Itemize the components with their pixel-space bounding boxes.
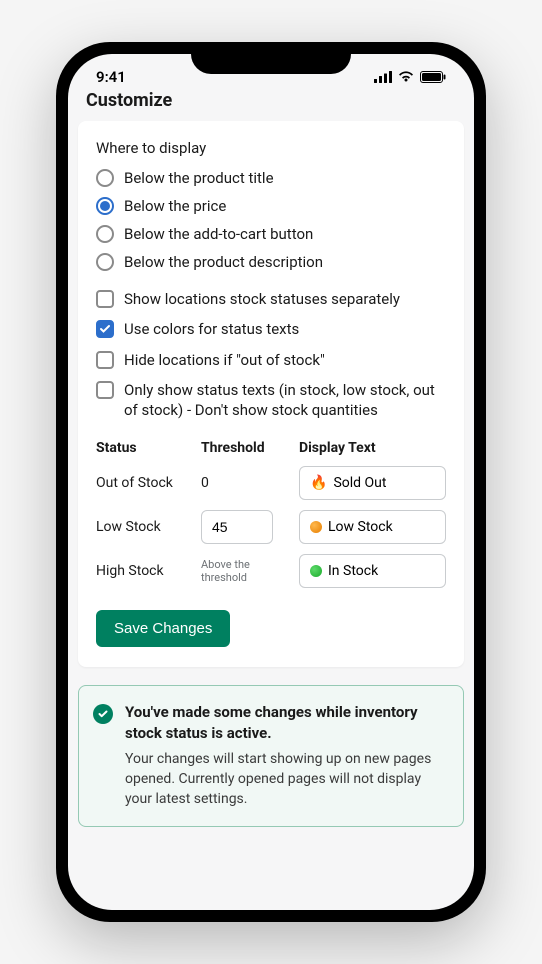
radio-below-description[interactable]: Below the product description [96, 253, 446, 271]
radio-icon [96, 197, 114, 215]
checkbox-label: Only show status texts (in stock, low st… [124, 380, 446, 421]
display-text-value: Low Stock [328, 519, 393, 535]
display-text-high-stock[interactable]: In Stock [299, 554, 446, 588]
radio-icon [96, 169, 114, 187]
th-status: Status [96, 440, 191, 456]
fire-icon: 🔥 [310, 475, 327, 491]
settings-card: Where to display Below the product title… [78, 121, 464, 667]
display-text-low-stock[interactable]: Low Stock [299, 510, 446, 544]
checkbox-icon [96, 320, 114, 338]
radio-label: Below the add-to-cart button [124, 225, 313, 243]
threshold-out-of-stock: 0 [201, 475, 289, 491]
radio-label: Below the product description [124, 253, 323, 271]
checkbox-icon [96, 290, 114, 308]
content-scroll[interactable]: Where to display Below the product title… [68, 121, 474, 907]
phone-screen: 9:41 Customize Where to display Below th… [68, 54, 474, 910]
radio-icon [96, 225, 114, 243]
row-label-out-of-stock: Out of Stock [96, 475, 191, 491]
threshold-high-stock: Above the threshold [201, 558, 289, 584]
check-circle-icon [93, 704, 113, 724]
cellular-icon [374, 71, 392, 83]
th-display-text: Display Text [299, 440, 446, 456]
options-checkbox-group: Show locations stock statuses separately… [96, 289, 446, 420]
banner-title: You've made some changes while inventory… [125, 702, 447, 743]
radio-label: Below the product title [124, 169, 274, 187]
radio-below-price[interactable]: Below the price [96, 197, 446, 215]
display-text-value: Sold Out [333, 475, 386, 491]
checkbox-label: Show locations stock statuses separately [124, 289, 400, 309]
where-to-display-radio-group: Below the product title Below the price … [96, 169, 446, 271]
row-label-low-stock: Low Stock [96, 519, 191, 535]
checkbox-use-colors[interactable]: Use colors for status texts [96, 319, 446, 339]
checkbox-label: Hide locations if "out of stock" [124, 350, 325, 370]
battery-icon [420, 71, 446, 83]
success-banner: You've made some changes while inventory… [78, 685, 464, 826]
banner-content: You've made some changes while inventory… [125, 702, 447, 809]
checkbox-show-locations-separately[interactable]: Show locations stock statuses separately [96, 289, 446, 309]
save-changes-button[interactable]: Save Changes [96, 610, 230, 647]
status-time: 9:41 [96, 68, 126, 86]
row-label-high-stock: High Stock [96, 563, 191, 579]
phone-frame: 9:41 Customize Where to display Below th… [56, 42, 486, 922]
status-table: Status Threshold Display Text Out of Sto… [96, 440, 446, 588]
checkbox-icon [96, 351, 114, 369]
page-title: Customize [68, 90, 474, 121]
checkbox-hide-out-of-stock[interactable]: Hide locations if "out of stock" [96, 350, 446, 370]
green-dot-icon [310, 565, 322, 577]
radio-label: Below the price [124, 197, 226, 215]
status-icons [374, 71, 446, 83]
phone-notch [191, 42, 351, 74]
threshold-input-low-stock[interactable] [201, 510, 273, 544]
checkbox-only-status-texts[interactable]: Only show status texts (in stock, low st… [96, 380, 446, 421]
checkbox-icon [96, 381, 114, 399]
banner-body: Your changes will start showing up on ne… [125, 749, 447, 810]
radio-below-add-to-cart[interactable]: Below the add-to-cart button [96, 225, 446, 243]
display-text-out-of-stock[interactable]: 🔥 Sold Out [299, 466, 446, 500]
where-to-display-title: Where to display [96, 139, 446, 157]
th-threshold: Threshold [201, 440, 289, 456]
wifi-icon [398, 71, 414, 83]
checkbox-label: Use colors for status texts [124, 319, 299, 339]
radio-below-product-title[interactable]: Below the product title [96, 169, 446, 187]
orange-dot-icon [310, 521, 322, 533]
display-text-value: In Stock [328, 563, 378, 579]
radio-icon [96, 253, 114, 271]
